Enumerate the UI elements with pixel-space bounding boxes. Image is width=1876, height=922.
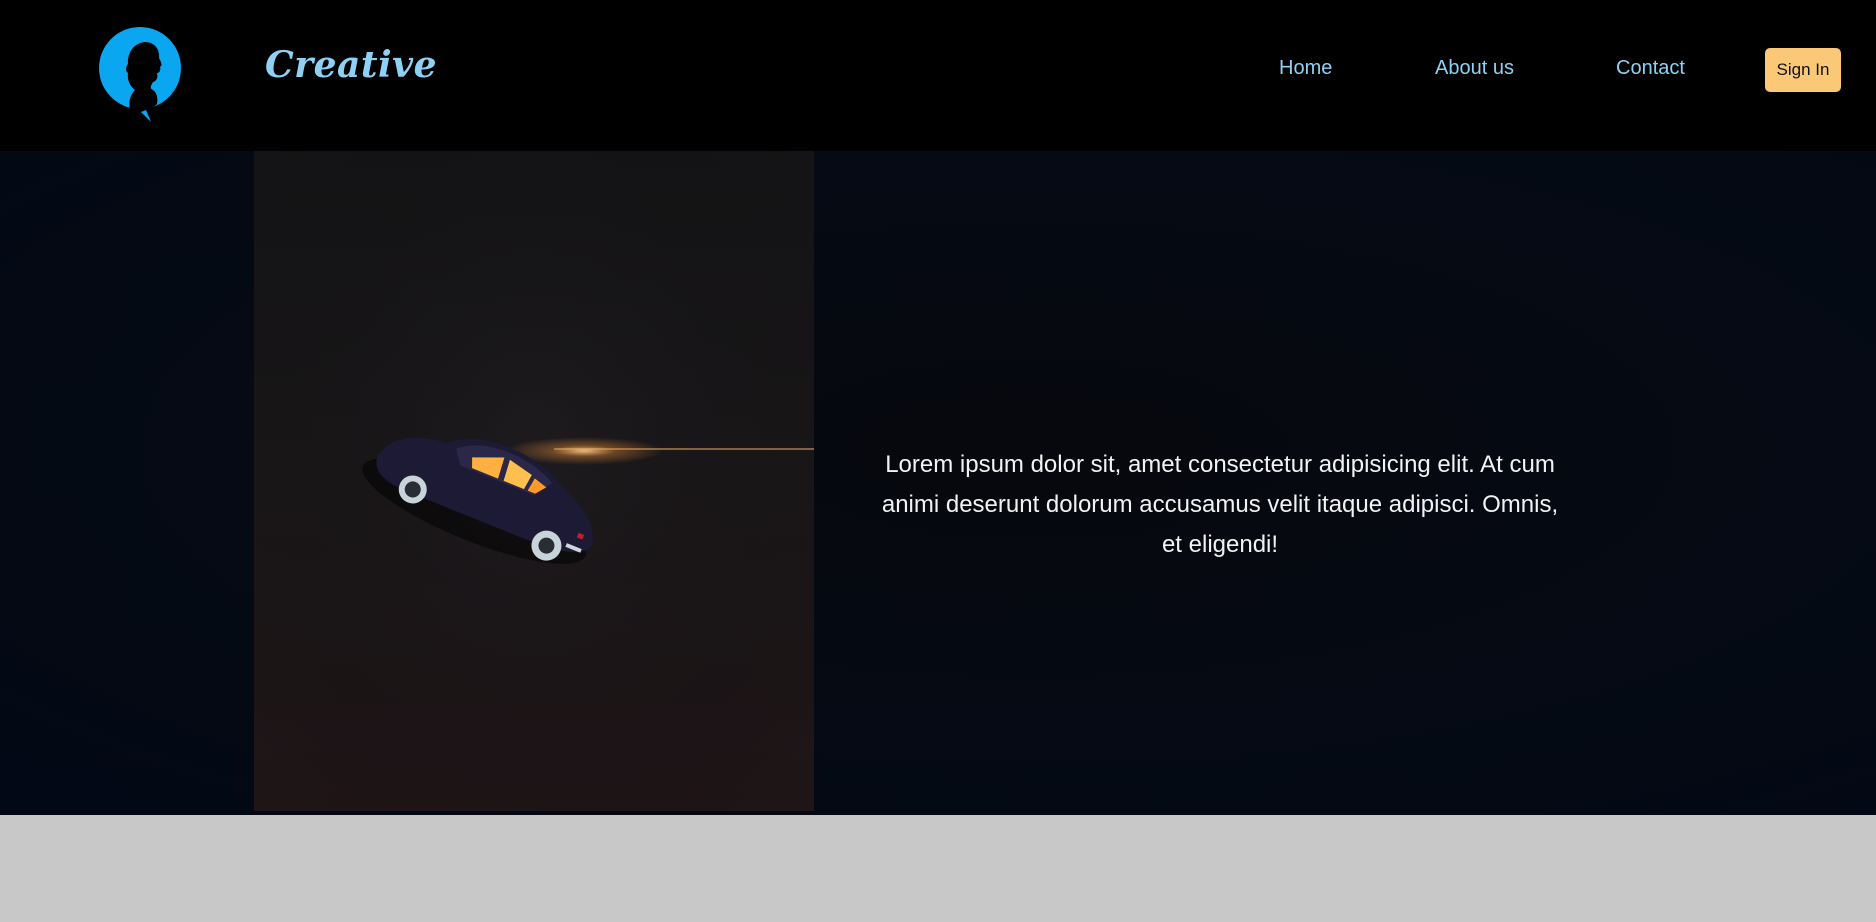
nav-link-home[interactable]: Home [1279,57,1332,80]
brand-name[interactable]: Creative [265,44,437,86]
vintage-car-photo [254,151,814,811]
site-header: Creative Home About us Contact Sign In [0,0,1876,151]
footer-strip [0,815,1876,922]
nav-link-about-us[interactable]: About us [1435,57,1514,80]
hero-description: Lorem ipsum dolor sit, amet consectetur … [881,451,1559,558]
sign-in-button[interactable]: Sign In [1765,48,1841,92]
nav-link-contact[interactable]: Contact [1616,57,1685,80]
person-silhouette-logo-icon[interactable] [97,24,185,124]
hero-section: Lorem ipsum dolor sit, amet consectetur … [0,151,1876,815]
